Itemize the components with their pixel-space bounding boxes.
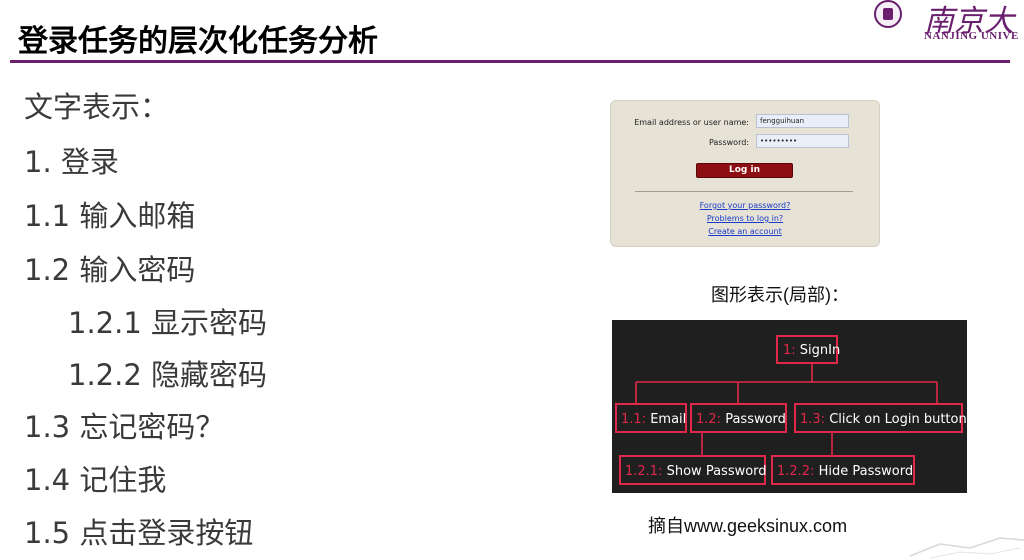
node-1-2-1: 1.2.1: Show Password <box>619 455 767 485</box>
task-hierarchy-diagram: 1: SignIn 1.1: Email 1.2: Password 1.3: <box>612 320 967 493</box>
node-label: Hide Password <box>819 464 914 479</box>
outline-item: 1.1 输入邮箱 <box>24 199 196 233</box>
decorative-sketch-icon <box>909 537 1024 559</box>
node-prefix: 1.1: <box>621 412 646 427</box>
password-field[interactable]: ••••••••• <box>756 134 849 148</box>
outline-item: 1.3 忘记密码？ <box>24 410 225 444</box>
node-1-2: 1.2: Password <box>690 403 787 433</box>
node-prefix: 1: <box>783 343 796 358</box>
svg-text:1.2: Password: 1.2: Password <box>696 412 786 427</box>
source-caption: 摘自www.geeksinux.com <box>648 516 848 536</box>
outline-item: 1. 登录 <box>24 145 119 179</box>
node-prefix: 1.2: <box>696 412 721 427</box>
outline-heading: 文字表示： <box>24 90 170 124</box>
login-button[interactable]: Log in <box>696 163 793 178</box>
forgot-password-link[interactable]: Forgot your password? <box>611 201 879 210</box>
svg-text:1: SignIn: 1: SignIn <box>783 343 840 358</box>
node-prefix: 1.2.2: <box>777 464 814 479</box>
node-prefix: 1.2.1: <box>625 464 662 479</box>
outline-subitem: 1.2.2 隐藏密码 <box>68 358 268 392</box>
node-1-1: 1.1: Email <box>615 403 687 433</box>
node-1: 1: SignIn <box>776 335 840 364</box>
university-seal-icon <box>874 0 902 28</box>
email-field[interactable]: fengguihuan <box>756 114 849 128</box>
svg-text:1.2.1: Show Password: 1.2.1: Show Password <box>625 464 767 479</box>
node-1-2-2: 1.2.2: Hide Password <box>771 455 915 485</box>
login-problems-link[interactable]: Problems to log in? <box>611 214 879 223</box>
university-logo: 南京大 NANJING UNIVE <box>868 0 1024 50</box>
node-label: Click on Login button <box>829 412 967 427</box>
node-label: Show Password <box>667 464 767 479</box>
form-divider <box>635 191 853 192</box>
node-1-3: 1.3: Click on Login button <box>794 403 967 433</box>
node-label: Email <box>650 412 686 427</box>
create-account-link[interactable]: Create an account <box>611 227 879 236</box>
node-prefix: 1.3: <box>800 412 825 427</box>
email-label: Email address or user name: <box>634 118 749 127</box>
node-label: SignIn <box>800 343 840 358</box>
outline-item: 1.5 点击登录按钮 <box>24 516 254 550</box>
title-divider <box>10 60 1010 63</box>
login-form-screenshot: Email address or user name: fengguihuan … <box>610 100 880 247</box>
svg-text:1.2.2: Hide Password: 1.2.2: Hide Password <box>777 464 913 479</box>
slide-title: 登录任务的层次化任务分析 <box>18 24 378 59</box>
outline-subitem: 1.2.1 显示密码 <box>68 306 268 340</box>
logo-english-text: NANJING UNIVE <box>924 30 1019 42</box>
tree-svg: 1: SignIn 1.1: Email 1.2: Password 1.3: <box>615 335 967 485</box>
outline-item: 1.4 记住我 <box>24 463 167 497</box>
svg-text:1.3: Click on Login bu: 1.3: Click on Login button <box>800 412 967 427</box>
node-label: Password <box>725 412 786 427</box>
outline-item: 1.2 输入密码 <box>24 253 196 287</box>
graphic-caption: 图形表示(局部)： <box>711 285 849 305</box>
password-label: Password: <box>708 138 749 147</box>
svg-text:1.1: Email: 1.1: Email <box>621 412 686 427</box>
